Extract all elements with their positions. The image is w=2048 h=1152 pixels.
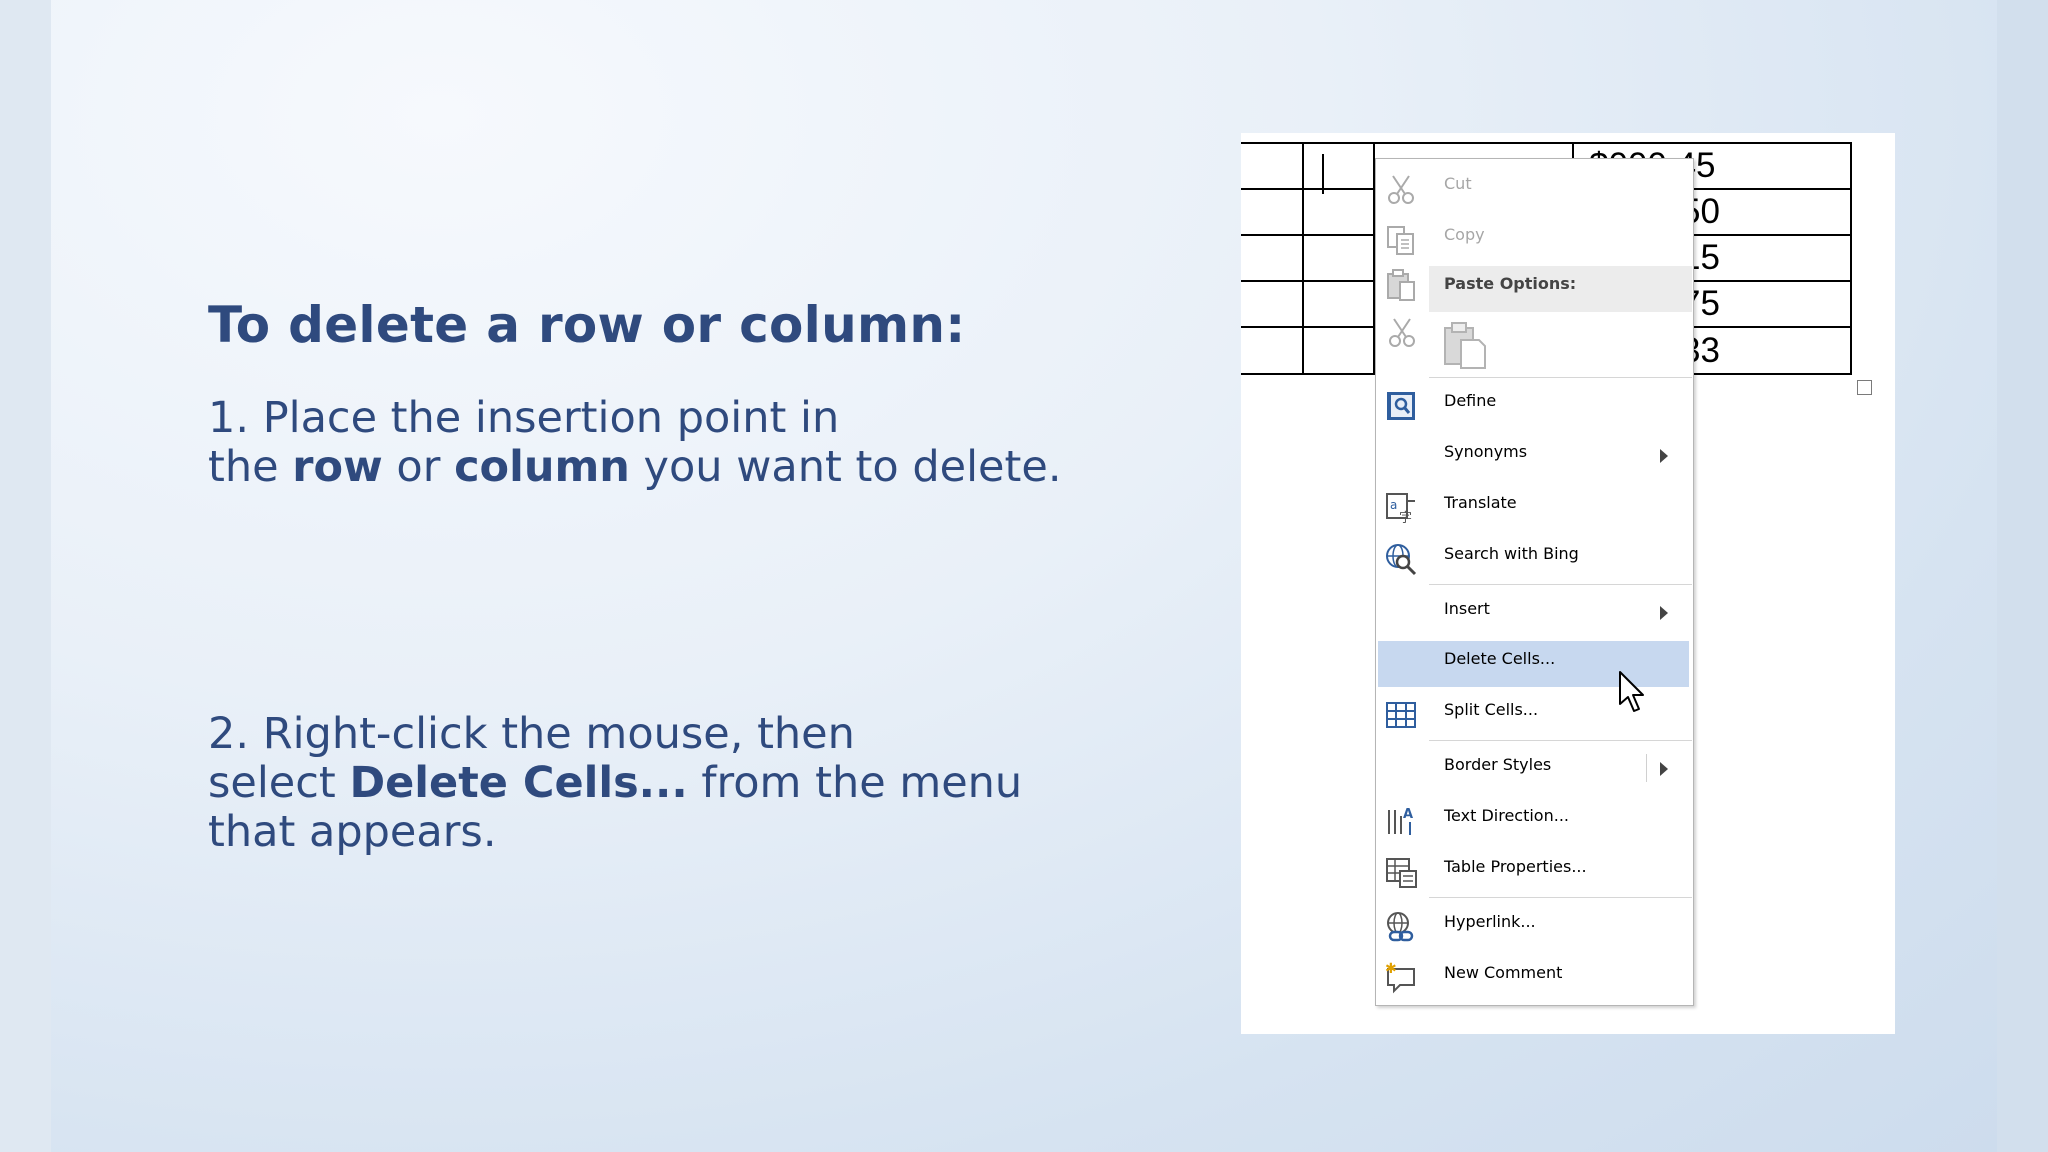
menu-item-translate[interactable]: a 字 Translate xyxy=(1375,485,1692,531)
step-1-line-2: the row or column you want to delete. xyxy=(208,443,1062,492)
paste-clipboard-icon[interactable] xyxy=(1441,320,1491,370)
table-border xyxy=(1850,142,1852,375)
new-comment-icon: ✱ xyxy=(1385,961,1415,994)
menu-item-synonyms[interactable]: Synonyms xyxy=(1375,434,1692,480)
svg-text:A: A xyxy=(1403,807,1413,822)
step-1-bold-column: column xyxy=(454,442,630,492)
menu-item-hyperlink[interactable]: Hyperlink... xyxy=(1375,904,1692,950)
menu-item-label: Define xyxy=(1444,391,1497,410)
menu-item-label: Delete Cells... xyxy=(1444,649,1556,668)
step-2-line-1: 2. Right-click the mouse, then xyxy=(208,709,855,759)
menu-item-define[interactable]: Define xyxy=(1375,383,1692,429)
step-2-bold-delete-cells: Delete Cells... xyxy=(349,758,688,808)
menu-item-search-with-bing[interactable]: Search with Bing xyxy=(1375,536,1692,582)
right-margin xyxy=(1997,0,2048,1152)
search-globe-icon xyxy=(1386,544,1417,576)
insertion-point xyxy=(1322,154,1324,194)
svg-text:a: a xyxy=(1390,498,1397,512)
menu-item-label: Cut xyxy=(1444,174,1472,193)
step-1-text-suffix: you want to delete. xyxy=(629,442,1062,492)
menu-item-label: Text Direction... xyxy=(1444,806,1569,825)
submenu-arrow-icon xyxy=(1660,449,1668,463)
menu-item-label: Border Styles xyxy=(1444,755,1552,774)
step-1-text-or: or xyxy=(382,442,455,492)
menu-item-border-styles[interactable]: Border Styles xyxy=(1375,747,1692,793)
menu-separator xyxy=(1429,377,1692,378)
step-1-text-a: the xyxy=(208,442,293,492)
menu-separator xyxy=(1429,740,1692,741)
menu-item-label: Search with Bing xyxy=(1444,544,1579,563)
svg-text:✱: ✱ xyxy=(1385,961,1397,977)
table-border xyxy=(1241,142,1852,144)
submenu-arrow-icon xyxy=(1660,606,1668,620)
menu-item-table-properties[interactable]: Table Properties... xyxy=(1375,849,1692,895)
paste-icon xyxy=(1387,269,1415,301)
step-2-text-a: select xyxy=(208,758,350,808)
hyperlink-icon xyxy=(1387,912,1414,942)
table-resize-handle[interactable] xyxy=(1857,380,1872,395)
step-2-text-b: from the menu xyxy=(687,758,1023,808)
copy-icon xyxy=(1387,226,1414,255)
step-1-bold-row: row xyxy=(292,442,383,492)
text-direction-icon: A xyxy=(1388,807,1413,835)
step-1-text: 1. Place the insertion point in the row … xyxy=(208,394,1062,492)
menu-item-label: New Comment xyxy=(1444,963,1563,982)
menu-item-label: Split Cells... xyxy=(1444,700,1539,719)
menu-separator xyxy=(1429,584,1692,585)
table-border xyxy=(1302,142,1304,375)
mouse-pointer-icon xyxy=(1619,671,1644,712)
context-menu-items: Cut Copy Paste Options: Define Synonyms … xyxy=(1375,158,1692,1004)
step-2-line-2: select Delete Cells... from the menu xyxy=(208,759,1022,808)
menu-separator xyxy=(1429,897,1692,898)
slide-heading: To delete a row or column: xyxy=(208,296,966,354)
menu-item-label: Translate xyxy=(1444,493,1517,512)
menu-item-new-comment[interactable]: ✱ New Comment xyxy=(1375,955,1692,1001)
translate-icon: a 字 xyxy=(1386,493,1415,525)
menu-item-label: Table Properties... xyxy=(1444,857,1587,876)
paste-options-label: Paste Options: xyxy=(1444,274,1577,293)
split-button-divider xyxy=(1646,754,1647,782)
step-2-line-3: that appears. xyxy=(208,807,497,857)
split-cells-icon xyxy=(1386,702,1416,728)
step-1-line-1: 1. Place the insertion point in xyxy=(208,393,840,443)
menu-item-cut[interactable]: Cut xyxy=(1375,166,1692,212)
table-properties-icon xyxy=(1386,858,1417,888)
scissors-icon xyxy=(1388,175,1414,204)
menu-item-label: Hyperlink... xyxy=(1444,912,1536,931)
menu-item-insert[interactable]: Insert xyxy=(1375,591,1692,637)
step-2-text: 2. Right-click the mouse, then select De… xyxy=(208,710,1022,857)
menu-item-text-direction[interactable]: A Text Direction... xyxy=(1375,798,1692,844)
paste-options-header: Paste Options: xyxy=(1429,266,1692,312)
define-book-icon xyxy=(1387,392,1415,420)
menu-item-label: Synonyms xyxy=(1444,442,1528,461)
menu-item-copy[interactable]: Copy xyxy=(1375,217,1692,263)
svg-text:字: 字 xyxy=(1399,511,1412,525)
menu-item-label: Copy xyxy=(1444,225,1485,244)
submenu-arrow-icon xyxy=(1660,762,1668,776)
left-margin xyxy=(0,0,51,1152)
menu-item-label: Insert xyxy=(1444,599,1490,618)
